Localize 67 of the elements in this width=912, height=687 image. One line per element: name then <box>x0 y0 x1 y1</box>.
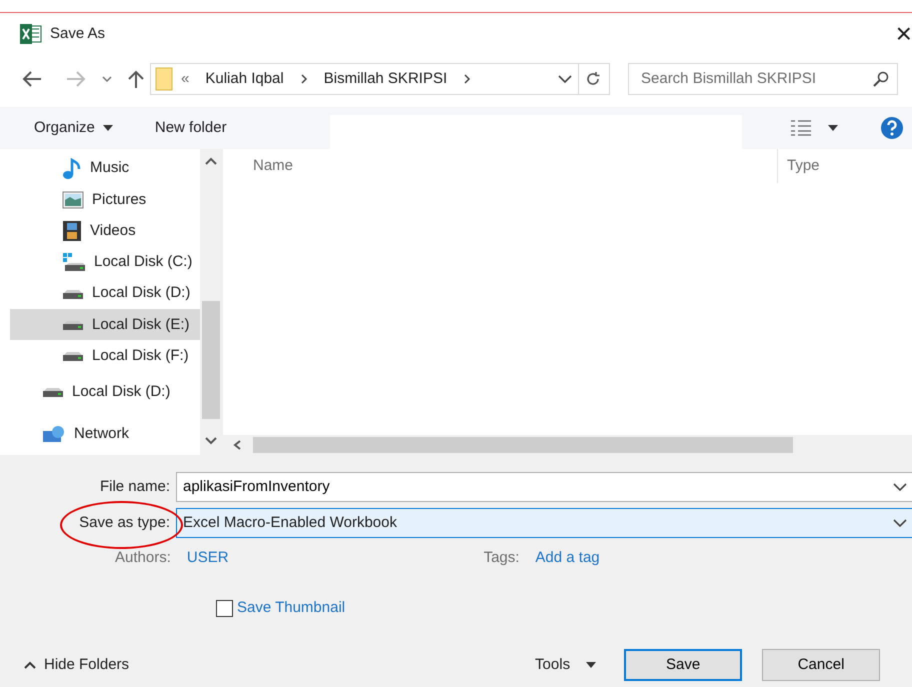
field-label: File name: <box>98 476 171 497</box>
help-icon[interactable] <box>880 116 904 140</box>
field-label: Save as type: <box>78 512 171 533</box>
authors-link[interactable]: USER <box>186 546 229 570</box>
drive-icon <box>42 386 64 398</box>
drive-icon <box>62 252 86 272</box>
dropdown-caret-icon[interactable] <box>893 483 907 491</box>
chevron-icon[interactable] <box>463 74 472 84</box>
sidebar-item[interactable]: Local Disk (D:) <box>10 278 200 310</box>
sidebar-item[interactable]: Music <box>10 153 200 184</box>
folder-icon <box>155 67 173 91</box>
sidebar-item[interactable]: Local Disk (E:) <box>10 309 200 340</box>
caret-icon <box>102 125 113 131</box>
drive-icon <box>62 318 84 331</box>
view-options-icon[interactable] <box>790 119 812 137</box>
scroll-up-icon[interactable] <box>205 157 217 165</box>
music-note-icon <box>62 158 82 180</box>
field-label: Authors: <box>115 548 171 568</box>
checkbox[interactable] <box>216 600 233 616</box>
column-header[interactable]: Name <box>253 154 294 178</box>
hide-folders-button[interactable]: Hide Folders <box>24 654 130 676</box>
window-title: Save As <box>50 24 106 44</box>
drive-icon <box>62 288 84 300</box>
caret-icon[interactable] <box>828 125 838 131</box>
chevron-icon[interactable] <box>300 74 308 84</box>
file-name-field[interactable]: aplikasiFromInventory <box>183 476 893 498</box>
scrollbar-thumb[interactable] <box>202 301 220 419</box>
back-icon[interactable] <box>22 71 42 87</box>
sidebar-item[interactable]: Network <box>0 413 200 455</box>
search-field[interactable]: Search Bismillah SKRIPSI <box>639 66 873 92</box>
network-icon <box>42 425 66 444</box>
scroll-down-icon[interactable] <box>205 437 217 445</box>
organize-button[interactable]: Organize <box>34 116 113 140</box>
dropdown-caret-icon[interactable] <box>102 76 112 82</box>
sidebar-item[interactable]: Videos <box>10 215 200 247</box>
caret-icon <box>586 662 596 668</box>
file-type-dropdown[interactable]: Excel Macro-Enabled Workbook <box>176 508 912 538</box>
add-tag-link[interactable]: Add a tag <box>535 546 600 570</box>
column-header[interactable]: Type <box>787 154 820 178</box>
dropdown-caret-icon[interactable] <box>558 75 572 83</box>
file-name-combobox[interactable]: aplikasiFromInventory <box>176 472 912 502</box>
field-label: Tags: <box>484 548 520 568</box>
scroll-left-icon[interactable] <box>233 440 241 450</box>
new-folder-button[interactable]: New folder <box>154 116 227 140</box>
cancel-button[interactable]: Cancel <box>762 649 880 681</box>
sidebar-item[interactable]: Local Disk (C:) <box>10 246 200 278</box>
breadcrumb-item[interactable]: Bismillah SKRIPSI <box>324 68 448 90</box>
sidebar-item[interactable]: Local Disk (F:) <box>10 340 200 372</box>
refresh-icon[interactable] <box>585 71 601 87</box>
scrollbar-thumb[interactable] <box>253 437 793 453</box>
caret-up-icon <box>24 661 36 669</box>
drive-icon <box>62 350 84 362</box>
tools-button[interactable]: Tools <box>535 654 596 676</box>
sidebar-item[interactable]: Pictures <box>10 184 200 216</box>
save-button[interactable]: Save <box>624 649 742 681</box>
dropdown-caret-icon <box>893 519 907 527</box>
close-button[interactable]: × <box>896 20 912 48</box>
picture-icon <box>62 190 84 209</box>
breadcrumb-item[interactable]: Kuliah Iqbal <box>205 68 284 90</box>
sidebar-item[interactable]: Local Disk (D:) <box>0 372 200 414</box>
breadcrumb-overflow[interactable]: « <box>181 68 190 90</box>
film-strip-icon <box>62 220 82 242</box>
up-arrow-icon[interactable] <box>128 70 144 88</box>
save-thumbnail-label[interactable]: Save Thumbnail <box>237 596 346 620</box>
excel-icon <box>20 24 42 44</box>
search-icon[interactable] <box>873 71 889 87</box>
search-box[interactable]: Search Bismillah SKRIPSI <box>628 63 898 95</box>
